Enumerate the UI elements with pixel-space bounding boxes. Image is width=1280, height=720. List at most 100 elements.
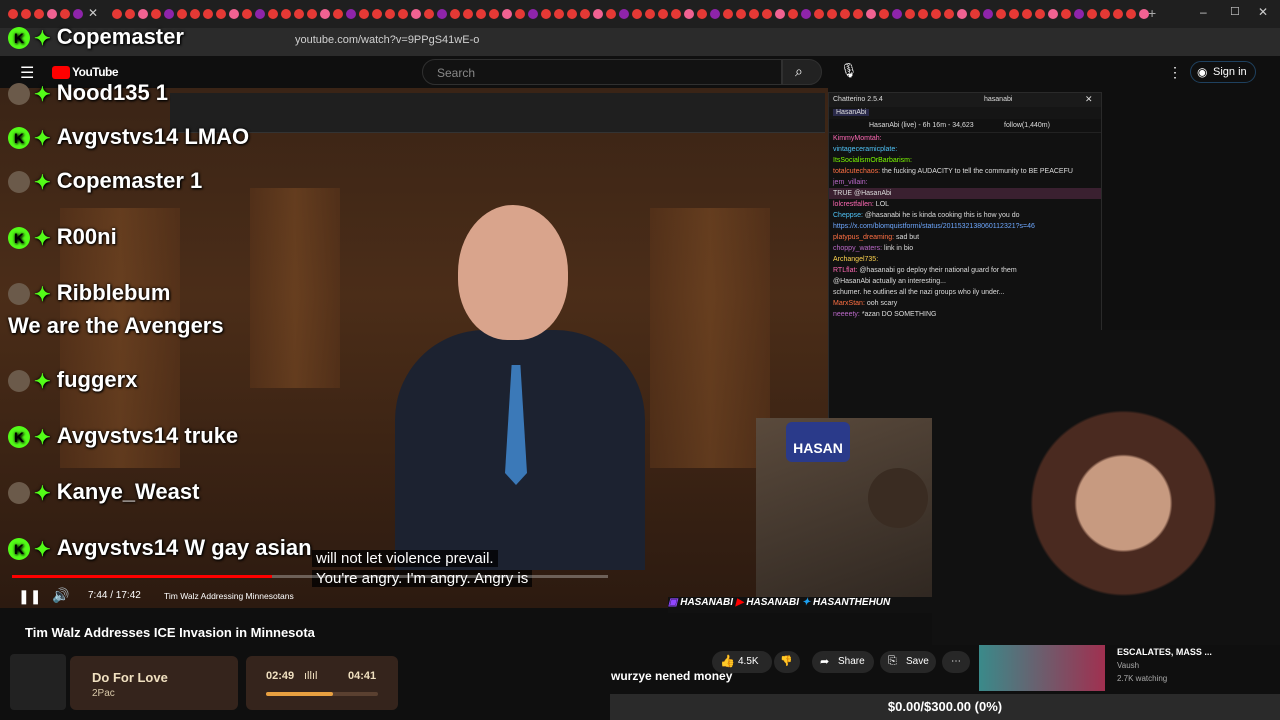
chatterino-close-icon[interactable]: ✕ [1085, 94, 1093, 105]
tab-favicon-icon[interactable] [307, 9, 317, 19]
tab-favicon-icon[interactable] [918, 9, 928, 19]
close-window-icon[interactable]: ✕ [1258, 5, 1268, 19]
tab-favicon-icon[interactable] [567, 9, 577, 19]
tab-favicon-icon[interactable] [541, 9, 551, 19]
tab-favicon-icon[interactable] [983, 9, 993, 19]
pause-icon[interactable]: ❚❚ [18, 588, 41, 605]
tab-favicon-icon[interactable] [463, 9, 473, 19]
sign-in-button[interactable]: ◉ Sign in [1190, 61, 1256, 83]
tab-favicon-icon[interactable] [1113, 9, 1123, 19]
tab-favicon-icon[interactable] [645, 9, 655, 19]
tab-favicon-icon[interactable] [320, 9, 330, 19]
tab-favicon-icon[interactable] [840, 9, 850, 19]
tab-favicon-icon[interactable] [398, 9, 408, 19]
tab-favicon-icon[interactable] [255, 9, 265, 19]
new-tab-icon[interactable]: + [1148, 5, 1156, 21]
tab-favicon-icon[interactable] [736, 9, 746, 19]
tab-favicon-icon[interactable] [73, 9, 83, 19]
tab-favicon-icon[interactable] [190, 9, 200, 19]
tab-favicon-icon[interactable] [879, 9, 889, 19]
tab-favicon-icon[interactable] [281, 9, 291, 19]
tab-favicon-icon[interactable] [203, 9, 213, 19]
tab-favicon-icon[interactable] [333, 9, 343, 19]
tab-favicon-icon[interactable] [762, 9, 772, 19]
tab-favicon-icon[interactable] [723, 9, 733, 19]
tab-favicon-icon[interactable] [151, 9, 161, 19]
close-tab-icon[interactable]: ✕ [88, 6, 98, 20]
tab-favicon-icon[interactable] [47, 9, 57, 19]
tab-favicon-icon[interactable] [1074, 9, 1084, 19]
tab-favicon-icon[interactable] [177, 9, 187, 19]
tab-favicon-icon[interactable] [216, 9, 226, 19]
tab-favicon-icon[interactable] [1100, 9, 1110, 19]
tab-favicon-icon[interactable] [801, 9, 811, 19]
tab-favicon-icon[interactable] [814, 9, 824, 19]
tab-favicon-icon[interactable] [125, 9, 135, 19]
tab-favicon-icon[interactable] [1048, 9, 1058, 19]
tab-favicon-icon[interactable] [684, 9, 694, 19]
tab-favicon-icon[interactable] [580, 9, 590, 19]
tab-favicon-icon[interactable] [606, 9, 616, 19]
maximize-icon[interactable]: ☐ [1230, 5, 1240, 18]
tab-favicon-icon[interactable] [164, 9, 174, 19]
more-actions-button[interactable]: ⋯ [942, 651, 970, 673]
tab-favicon-icon[interactable] [476, 9, 486, 19]
tab-favicon-icon[interactable] [294, 9, 304, 19]
tab-favicon-icon[interactable] [593, 9, 603, 19]
tab-favicon-icon[interactable] [268, 9, 278, 19]
mic-icon[interactable]: 🎙 [840, 62, 858, 82]
tab-favicon-icon[interactable] [60, 9, 70, 19]
tab-favicon-icon[interactable] [853, 9, 863, 19]
tab-favicon-icon[interactable] [1139, 9, 1149, 19]
tab-favicon-icon[interactable] [489, 9, 499, 19]
tab-favicon-icon[interactable] [1035, 9, 1045, 19]
dislike-button[interactable]: 👎 [774, 651, 800, 673]
tab-favicon-icon[interactable] [424, 9, 434, 19]
tab-favicon-icon[interactable] [554, 9, 564, 19]
youtube-logo-text[interactable]: YouTube [72, 65, 119, 79]
search-button[interactable]: ⌕ [782, 59, 822, 85]
tab-favicon-icon[interactable] [957, 9, 967, 19]
tab-favicon-icon[interactable] [1022, 9, 1032, 19]
tab-favicon-icon[interactable] [1009, 9, 1019, 19]
tab-favicon-icon[interactable] [229, 9, 239, 19]
tab-favicon-icon[interactable] [775, 9, 785, 19]
tab-favicon-icon[interactable] [892, 9, 902, 19]
tab-favicon-icon[interactable] [359, 9, 369, 19]
tab-favicon-icon[interactable] [1087, 9, 1097, 19]
url-field[interactable]: youtube.com/watch?v=9PPgS41wE-o [295, 34, 479, 46]
volume-icon[interactable]: 🔊 [52, 587, 69, 604]
tab-favicon-icon[interactable] [944, 9, 954, 19]
tab-favicon-icon[interactable] [931, 9, 941, 19]
tab-favicon-icon[interactable] [788, 9, 798, 19]
minimize-icon[interactable]: – [1200, 5, 1207, 19]
tab-favicon-icon[interactable] [528, 9, 538, 19]
search-input[interactable]: Search [422, 59, 782, 85]
youtube-logo-icon[interactable] [52, 66, 70, 79]
tab-favicon-icon[interactable] [632, 9, 642, 19]
tab-favicon-icon[interactable] [372, 9, 382, 19]
tab-favicon-icon[interactable] [970, 9, 980, 19]
share-button[interactable]: ➦ Share [812, 651, 874, 673]
tab-favicon-icon[interactable] [697, 9, 707, 19]
tab-favicon-icon[interactable] [34, 9, 44, 19]
tab-favicon-icon[interactable] [242, 9, 252, 19]
tab-favicon-icon[interactable] [8, 9, 18, 19]
tab-favicon-icon[interactable] [450, 9, 460, 19]
tab-favicon-icon[interactable] [411, 9, 421, 19]
more-options-icon[interactable]: ⋮ [1168, 64, 1182, 81]
tab-favicon-icon[interactable] [112, 9, 122, 19]
tab-favicon-icon[interactable] [346, 9, 356, 19]
tab-favicon-icon[interactable] [515, 9, 525, 19]
tab-favicon-icon[interactable] [619, 9, 629, 19]
tab-favicon-icon[interactable] [749, 9, 759, 19]
save-button[interactable]: ⎘ Save [880, 651, 936, 673]
tab-favicon-icon[interactable] [21, 9, 31, 19]
tab-favicon-icon[interactable] [658, 9, 668, 19]
chapter-label[interactable]: Tim Walz Addressing Minnesotans [164, 591, 294, 601]
tab-favicon-icon[interactable] [866, 9, 876, 19]
tab-favicon-icon[interactable] [502, 9, 512, 19]
tab-favicon-icon[interactable] [437, 9, 447, 19]
recommended-video[interactable]: ESCALATES, MASS ... Vaush 2.7K watching [975, 645, 1275, 693]
tab-favicon-icon[interactable] [996, 9, 1006, 19]
